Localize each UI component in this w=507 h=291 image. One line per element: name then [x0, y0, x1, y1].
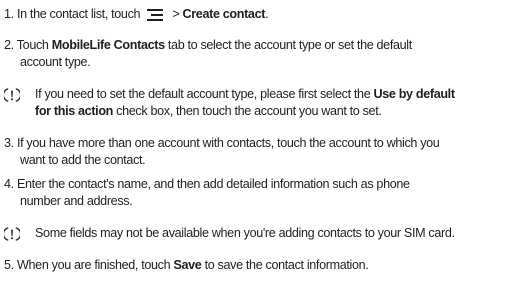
step-4: 4. Enter the contact's name, and then ad… [4, 176, 499, 210]
step-text: > [169, 7, 183, 21]
step-text: Enter the contact's name, and then add d… [16, 177, 410, 191]
menu-icon [147, 9, 164, 26]
note-text: Some fields may not be available when yo… [35, 226, 455, 240]
step-text-line2: want to add the contact. [20, 153, 146, 167]
note-text: If you need to set the default account t… [35, 86, 455, 120]
step-number: 4. [4, 177, 14, 191]
document-page: 1. In the contact list, touch > Create c… [0, 0, 507, 291]
step-number: 2. [4, 38, 14, 52]
step-bold: Create contact [182, 7, 266, 21]
note-line2: for this action check box, then touch th… [35, 103, 455, 120]
step-text: to save the contact information. [201, 258, 369, 272]
step-number: 1. [4, 7, 14, 21]
step-text-line2: account type. [20, 55, 91, 69]
step-2: 2. Touch MobileLife Contacts tab to sele… [4, 37, 499, 71]
step-text: In the contact list, touch [16, 7, 141, 21]
note-text-part: check box, then touch the account you wa… [113, 104, 382, 118]
step-number: 3. [4, 136, 14, 150]
step-text: When you are finished, touch [16, 258, 174, 272]
step-text: tab to select the account type or set th… [164, 38, 412, 52]
step-5: 5. When you are finished, touch Save to … [4, 257, 499, 274]
step-1: 1. In the contact list, touch > Create c… [4, 6, 499, 26]
step-text: If you have more than one account with c… [16, 136, 440, 150]
step-number: 5. [4, 258, 14, 272]
step-text-line2: number and address. [20, 194, 133, 208]
note-bold: for this action [35, 104, 114, 118]
note-bold: Use by default [373, 87, 456, 101]
tip-icon [2, 87, 22, 103]
step-text: Touch [16, 38, 52, 52]
step-bold: Save [173, 258, 202, 272]
step-bold: MobileLife Contacts [51, 38, 165, 52]
step-text: . [265, 7, 269, 21]
note-text-part: If you need to set the default account t… [35, 87, 374, 101]
step-3: 3. If you have more than one account wit… [4, 135, 499, 169]
tip-icon [2, 226, 22, 242]
